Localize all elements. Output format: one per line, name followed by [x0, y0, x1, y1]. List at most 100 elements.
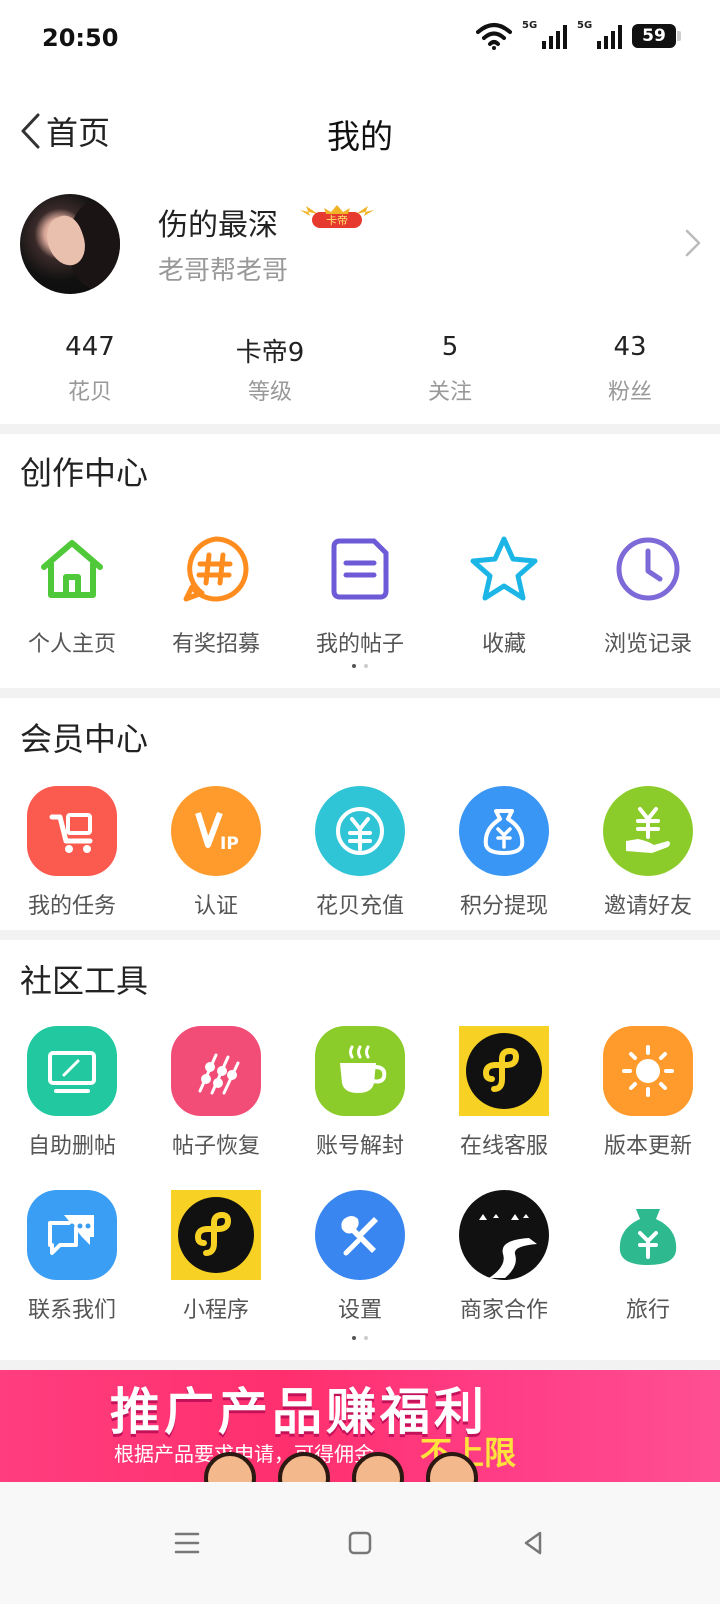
invite-icon [603, 786, 693, 876]
item-label: 账号解封 [315, 1134, 404, 1159]
creation-item-home[interactable]: 个人主页 [0, 524, 144, 658]
stats-row: 447 花贝 卡帝9 等级 5 关注 43 粉丝 [0, 332, 720, 412]
page-title: 我的 [327, 117, 393, 156]
stat-value: 43 [613, 332, 647, 362]
item-label: 有奖招募 [171, 632, 260, 657]
item-label: 花贝充值 [315, 894, 404, 919]
wifi-icon [476, 23, 512, 50]
clock-icon [603, 524, 693, 614]
member-item-withdraw[interactable]: 积分提现 [432, 786, 576, 920]
home-square-icon[interactable] [345, 1528, 375, 1558]
creation-item-favorites[interactable]: 收藏 [432, 524, 576, 658]
tools-grid-row1: 自助删帖 帖子恢复 账号解封 在线客服 版本更新 [0, 1026, 720, 1160]
star-icon [459, 524, 549, 614]
stat-coins[interactable]: 447 花贝 [0, 332, 180, 412]
monitor-icon [27, 1026, 117, 1116]
stat-label: 等级 [247, 380, 292, 405]
member-item-recharge[interactable]: 花贝充值 [288, 786, 432, 920]
stat-following[interactable]: 5 关注 [360, 332, 540, 412]
tools-grid-row2: 联系我们 小程序 设置 商家合作 旅行 [0, 1190, 720, 1324]
tool-item-unban[interactable]: 账号解封 [288, 1026, 432, 1160]
user-subtitle: 老哥帮老哥 [158, 256, 289, 286]
tool-item-settings[interactable]: 设置 [288, 1190, 432, 1324]
nav-bar: 首页 我的 [0, 92, 720, 172]
promo-banner[interactable]: 推广产品赚福利 根据产品要求申请，可得佣金 不上限 [0, 1370, 720, 1482]
tool-item-merchant[interactable]: 商家合作 [432, 1190, 576, 1324]
member-item-verify[interactable]: IP 认证 [144, 786, 288, 920]
tool-item-support[interactable]: 在线客服 [432, 1026, 576, 1160]
svg-text:IP: IP [220, 834, 239, 854]
mini-program-icon [171, 1190, 261, 1280]
item-label: 收藏 [481, 632, 526, 657]
creation-item-recruit[interactable]: 有奖招募 [144, 524, 288, 658]
menu-icon[interactable] [172, 1528, 202, 1558]
stat-followers[interactable]: 43 粉丝 [540, 332, 720, 412]
creation-item-history[interactable]: 浏览记录 [576, 524, 720, 658]
item-label: 积分提现 [459, 894, 548, 919]
chat-icon [27, 1190, 117, 1280]
signal-label: 5G [522, 20, 538, 31]
stat-value: 5 [441, 332, 459, 362]
tool-item-travel[interactable]: 旅行 [576, 1190, 720, 1324]
page-indicator [0, 1336, 720, 1340]
tool-item-update[interactable]: 版本更新 [576, 1026, 720, 1160]
member-item-invite[interactable]: 邀请好友 [576, 786, 720, 920]
signal-icon-2: 5G [577, 20, 622, 49]
badge-text: 卡帝 [326, 213, 348, 227]
item-label: 设置 [337, 1298, 382, 1323]
money-bag-icon [459, 786, 549, 876]
chevron-right-icon [685, 229, 701, 257]
home-icon [27, 524, 117, 614]
recharge-icon [315, 786, 405, 876]
document-icon [315, 524, 405, 614]
merchant-icon [459, 1190, 549, 1280]
item-label: 帖子恢复 [171, 1134, 260, 1159]
tool-item-delete-post[interactable]: 自助删帖 [0, 1026, 144, 1160]
stat-level[interactable]: 卡帝9 等级 [180, 332, 360, 412]
task-icon [27, 786, 117, 876]
mini-program-icon [459, 1026, 549, 1116]
item-label: 自助删帖 [27, 1134, 116, 1159]
item-label: 商家合作 [459, 1298, 548, 1323]
sun-icon [603, 1026, 693, 1116]
stat-value: 447 [65, 332, 115, 362]
back-triangle-icon[interactable] [518, 1528, 548, 1558]
status-time: 20:50 [42, 24, 119, 52]
status-bar: 20:50 5G 5G 59 [0, 0, 720, 82]
avatar[interactable] [20, 194, 120, 294]
creation-item-posts[interactable]: 我的帖子 [288, 524, 432, 658]
tool-item-restore-post[interactable]: 帖子恢复 [144, 1026, 288, 1160]
member-item-tasks[interactable]: 我的任务 [0, 786, 144, 920]
banner-illustration [204, 1452, 478, 1482]
level-badge: 卡帝 [300, 205, 374, 228]
item-label: 浏览记录 [603, 632, 692, 657]
divider [0, 688, 720, 698]
item-label: 邀请好友 [603, 894, 692, 919]
username: 伤的最深 [158, 208, 278, 243]
divider [0, 930, 720, 940]
section-title-member: 会员中心 [20, 720, 149, 758]
signal-icon: 5G [522, 20, 567, 49]
item-label: 小程序 [182, 1298, 249, 1323]
item-label: 联系我们 [27, 1298, 116, 1323]
vip-icon: IP [171, 786, 261, 876]
profile-card[interactable]: 伤的最深 卡帝 老哥帮老哥 [0, 190, 720, 300]
stat-label: 关注 [427, 380, 472, 405]
item-label: 在线客服 [459, 1134, 548, 1159]
signal-label-2: 5G [577, 20, 593, 31]
tool-item-mini-program[interactable]: 小程序 [144, 1190, 288, 1324]
tool-item-contact[interactable]: 联系我们 [0, 1190, 144, 1324]
member-grid: 我的任务 IP 认证 花贝充值 积分提现 邀请好友 [0, 786, 720, 920]
tools-icon [315, 1190, 405, 1280]
item-label: 我的帖子 [315, 632, 404, 657]
stat-label: 粉丝 [607, 380, 652, 405]
stat-label: 花贝 [67, 380, 112, 405]
money-bag-icon [603, 1190, 693, 1280]
system-nav-bar [0, 1482, 720, 1604]
section-title-tools: 社区工具 [20, 962, 149, 1000]
item-label: 我的任务 [27, 894, 116, 919]
hashtag-icon [171, 524, 261, 614]
item-label: 旅行 [625, 1298, 670, 1323]
item-label: 认证 [193, 894, 238, 919]
section-title-creation: 创作中心 [20, 454, 149, 492]
